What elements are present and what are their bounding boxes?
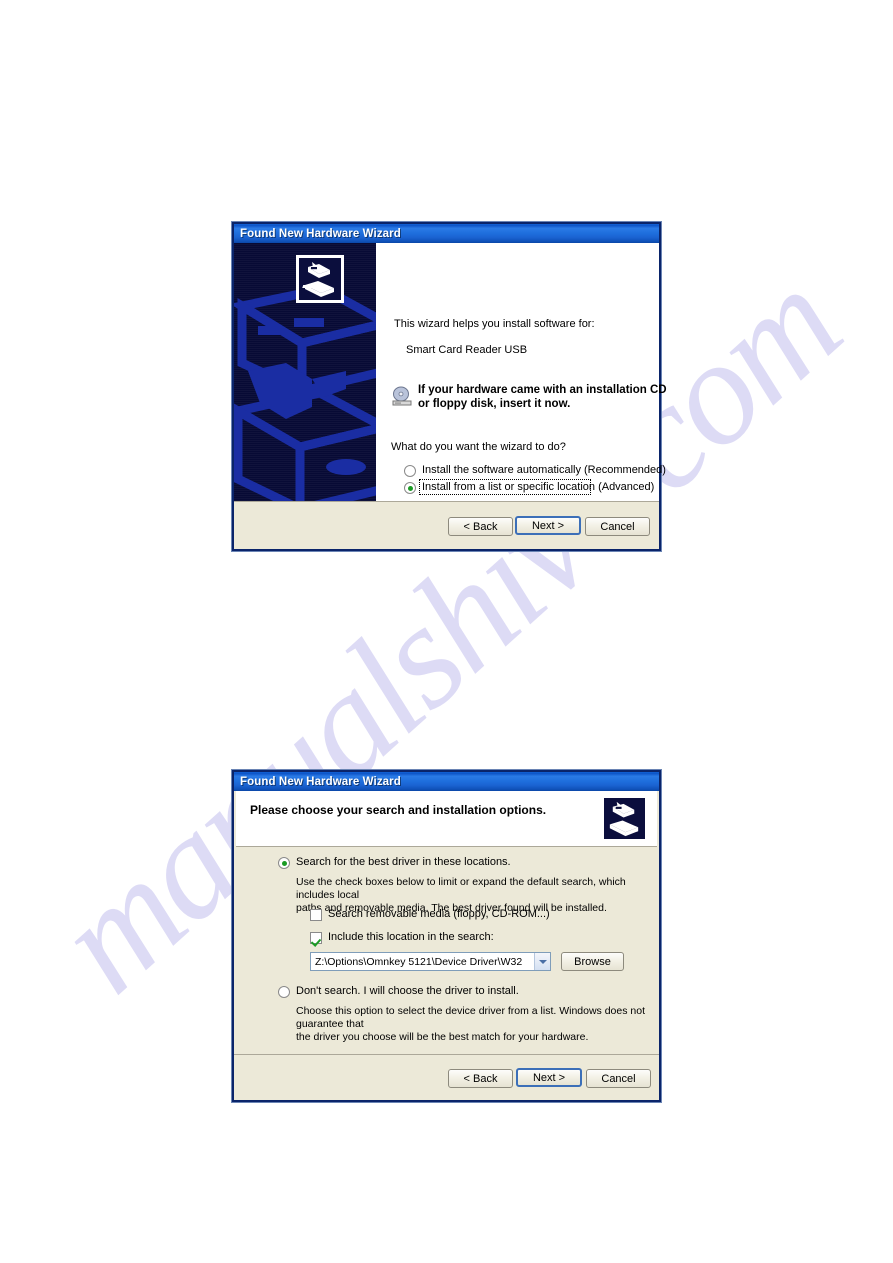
back-button[interactable]: < Back <box>448 517 513 536</box>
radio-install-automatically-label[interactable]: Install the software automatically (Reco… <box>422 464 666 476</box>
options-dialog-buttonbar: < Back Next > Cancel <box>234 1054 659 1100</box>
manual-option-description: Choose this option to select the device … <box>296 1005 646 1043</box>
next-button-label: Next > <box>532 1071 566 1084</box>
cancel-button-label: Cancel <box>601 1072 636 1085</box>
cd-drive-icon <box>390 386 414 408</box>
checkbox-include-location[interactable] <box>310 932 322 944</box>
cd-notice-line-2: or floppy disk, insert it now. <box>418 398 571 410</box>
next-button-label: Next > <box>531 519 565 532</box>
back-button[interactable]: < Back <box>448 1069 513 1088</box>
welcome-dialog-title: Found New Hardware Wizard <box>240 227 401 240</box>
chevron-down-icon[interactable] <box>534 953 550 970</box>
radio-dont-search[interactable] <box>278 986 290 998</box>
welcome-dialog-body: This wizard helps you install software f… <box>234 243 667 527</box>
hardware-wizard-icon <box>296 255 344 303</box>
browse-button-label: Browse <box>574 955 611 968</box>
found-new-hardware-wizard-welcome-dialog: Found New Hardware Wizard This wizard he… <box>232 222 667 551</box>
options-dialog-titlebar: Found New Hardware Wizard <box>234 772 659 791</box>
radio-search-best-driver[interactable] <box>278 857 290 869</box>
welcome-question-text: What do you want the wizard to do? <box>391 441 566 453</box>
browse-button[interactable]: Browse <box>561 952 624 971</box>
banner-hardware-artwork <box>234 284 376 501</box>
welcome-dialog-titlebar: Found New Hardware Wizard <box>234 224 659 243</box>
found-new-hardware-wizard-options-dialog: Found New Hardware Wizard Please choose … <box>232 770 661 1102</box>
cancel-button-label: Cancel <box>600 520 635 533</box>
radio-dont-search-label[interactable]: Don't search. I will choose the driver t… <box>296 985 519 997</box>
checkbox-include-location-label[interactable]: Include this location in the search: <box>328 931 494 943</box>
options-dialog-content: Search for the best driver in these loca… <box>236 847 657 1054</box>
radio-search-best-driver-label[interactable]: Search for the best driver in these loca… <box>296 856 511 868</box>
cancel-button[interactable]: Cancel <box>585 517 650 536</box>
options-dialog-title: Found New Hardware Wizard <box>240 775 401 788</box>
checkbox-search-removable-media-label[interactable]: Search removable media (floppy, CD-ROM..… <box>328 908 550 920</box>
checkbox-search-removable-media[interactable] <box>310 909 322 921</box>
radio-install-from-list[interactable] <box>404 482 416 494</box>
welcome-dialog-buttonbar: < Back Next > Cancel <box>234 501 659 549</box>
next-button[interactable]: Next > <box>515 516 581 535</box>
welcome-intro-text: This wizard helps you install software f… <box>394 318 595 330</box>
options-dialog-header: Please choose your search and installati… <box>236 791 657 847</box>
location-combobox-value: Z:\Options\Omnkey 5121\Device Driver\W32 <box>315 955 523 968</box>
welcome-banner <box>234 243 376 501</box>
welcome-panel: This wizard helps you install software f… <box>376 243 667 527</box>
back-button-label: < Back <box>463 520 498 533</box>
radio-install-from-list-label[interactable]: Install from a list or specific location… <box>422 481 654 493</box>
options-header-title: Please choose your search and installati… <box>250 803 547 817</box>
cancel-button[interactable]: Cancel <box>586 1069 651 1088</box>
radio-install-automatically[interactable] <box>404 465 416 477</box>
cd-notice-line-1: If your hardware came with an installati… <box>418 384 667 396</box>
location-combobox[interactable]: Z:\Options\Omnkey 5121\Device Driver\W32 <box>310 952 551 971</box>
back-button-label: < Back <box>463 1072 498 1085</box>
next-button[interactable]: Next > <box>516 1068 582 1087</box>
hardware-wizard-icon <box>603 797 646 840</box>
welcome-device-name: Smart Card Reader USB <box>406 344 528 356</box>
